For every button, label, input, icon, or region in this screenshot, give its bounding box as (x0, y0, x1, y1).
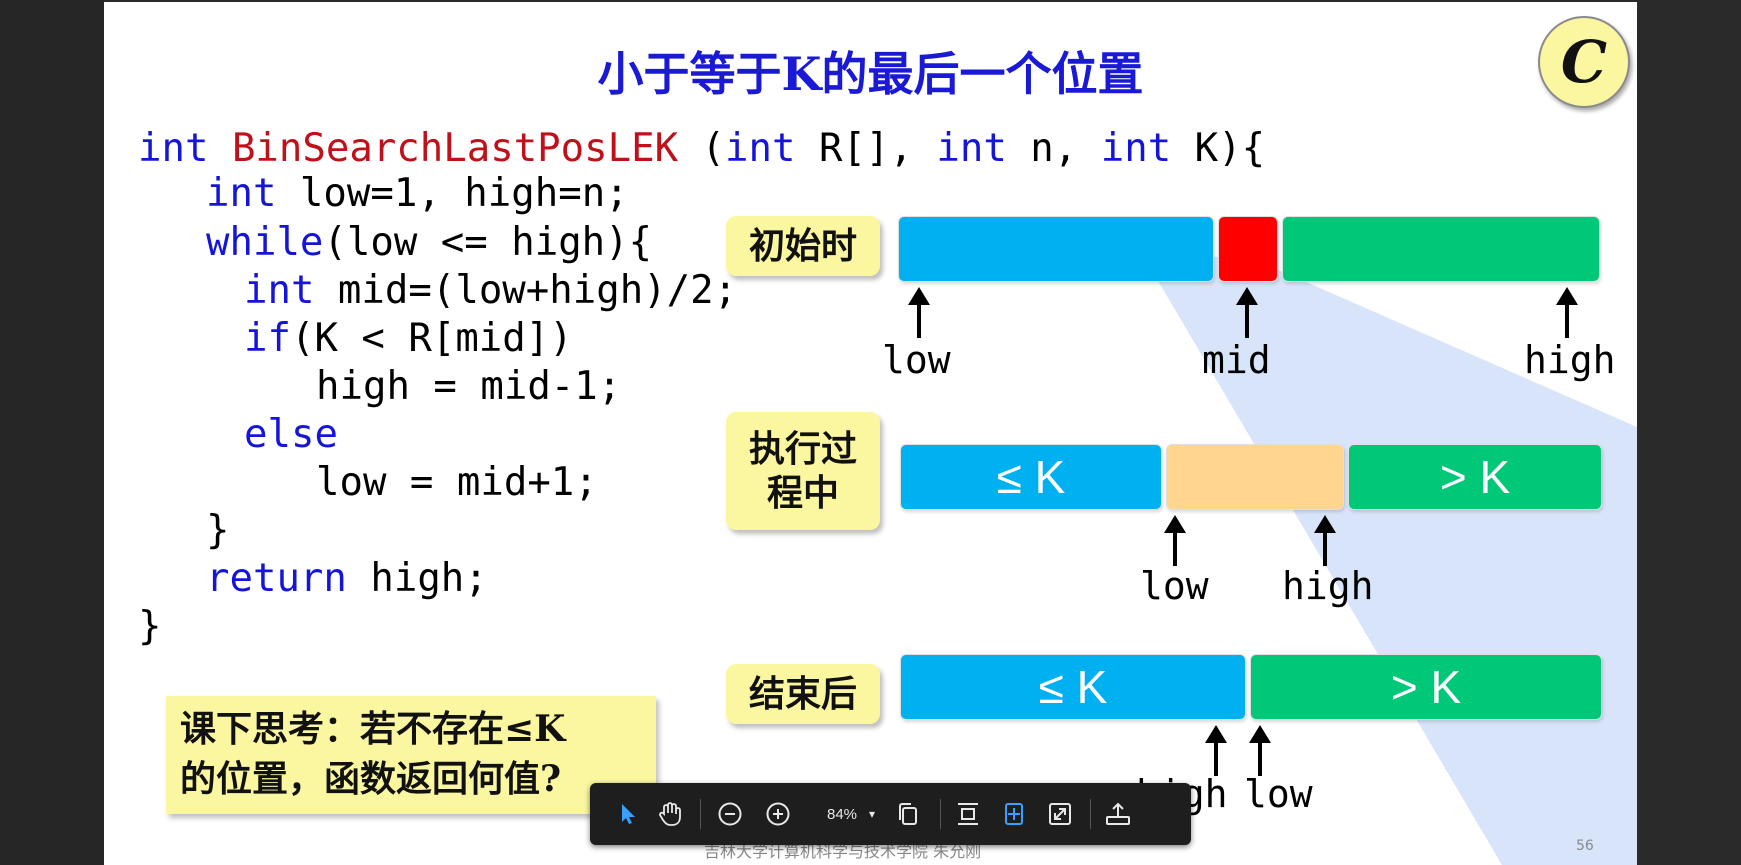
bar-segment-unknown (1166, 444, 1344, 510)
stage-end-tag: 结束后 (726, 664, 880, 724)
page-title: 小于等于K的最后一个位置 (597, 47, 1144, 101)
stage-initial-tag: 初始时 (726, 216, 880, 276)
label-low: low (1140, 564, 1209, 608)
bar-during: ≤ K > K (900, 444, 1602, 510)
label-mid: mid (1202, 338, 1271, 382)
copy-pages-icon[interactable] (890, 796, 926, 832)
hand-pan-icon[interactable] (652, 796, 688, 832)
arrow-up-icon (1236, 287, 1258, 338)
slide-page: 小于等于K的最后一个位置 C int BinSearchLastPosLEK (… (104, 2, 1637, 865)
code-function-name: BinSearchLastPosLEK (231, 126, 679, 171)
stage-during-line2: 程中 (766, 472, 839, 514)
select-pointer-icon[interactable] (610, 796, 646, 832)
homework-question-box: 课下思考：若不存在≤K 的位置，函数返回何值? (166, 696, 656, 814)
bar-initial (898, 216, 1600, 282)
arrow-up-icon (1314, 515, 1336, 566)
left-dark-margin (0, 0, 104, 865)
code-kw: return (206, 556, 347, 601)
label-high: high (1282, 564, 1374, 608)
toolbar-divider (940, 799, 941, 829)
code-line-if: if(K < R[mid]) (244, 312, 573, 366)
right-dark-margin (1637, 0, 1741, 865)
code-line-mid: int mid=(low+high)/2; (244, 264, 737, 318)
stage-during-line1: 执行过 (748, 428, 857, 470)
code-line-low-update: low = mid+1; (316, 460, 598, 505)
bar-segment-le-k: ≤ K (900, 654, 1246, 720)
fit-height-icon[interactable] (950, 796, 986, 832)
homework-line2: 的位置，函数返回何值? (180, 758, 562, 800)
code-kw: while (206, 220, 324, 265)
code-text: (low <= high){ (323, 220, 653, 265)
code-line-while: while(low <= high){ (206, 216, 652, 270)
zoom-dropdown-icon[interactable]: ▾ (862, 796, 882, 832)
bar-end: ≤ K > K (900, 654, 1602, 720)
code-kw: int (244, 268, 315, 313)
bar-segment-gt-k: > K (1348, 444, 1602, 510)
label-low: low (882, 338, 951, 382)
bar-segment-green (1282, 216, 1600, 282)
code-kw: int (138, 126, 209, 171)
arrow-up-icon (1556, 287, 1578, 338)
bar-segment-blue (898, 216, 1214, 282)
page-number: 56 (1576, 838, 1594, 854)
c-language-badge: C (1538, 16, 1630, 108)
code-text: low=1, high=n; (276, 171, 629, 216)
code-text: n, (1006, 126, 1101, 171)
code-text: ( (678, 126, 726, 171)
arrow-up-icon (908, 287, 930, 338)
viewer-toolbar: 84% ▾ (590, 783, 1191, 845)
code-line-close-while: } (206, 508, 230, 553)
code-line-close-fn: } (138, 604, 162, 649)
toolbar-divider (1090, 799, 1091, 829)
stage-during-tag: 执行过 程中 (726, 412, 880, 530)
code-kw: int (1100, 126, 1172, 171)
homework-line1: 课下思考：若不存在≤K (180, 708, 566, 750)
fit-page-icon[interactable] (996, 796, 1032, 832)
bar-segment-red (1218, 216, 1278, 282)
code-kw: int (206, 171, 277, 216)
arrow-up-icon (1205, 725, 1227, 776)
code-line-init: int low=1, high=n; (206, 167, 629, 221)
fullscreen-icon[interactable] (1042, 796, 1078, 832)
label-high: high (1524, 338, 1616, 382)
label-low: low (1244, 772, 1313, 816)
code-kw: else (244, 412, 338, 457)
code-kw: if (244, 316, 291, 361)
code-text: R[], (795, 126, 937, 171)
code-block: int BinSearchLastPosLEK (int R[], int n,… (138, 122, 1265, 707)
code-text: K){ (1171, 126, 1266, 171)
code-text: (K < R[mid]) (290, 316, 573, 361)
code-line-else: else (244, 408, 338, 462)
share-upload-icon[interactable] (1100, 796, 1136, 832)
zoom-out-icon[interactable] (712, 796, 748, 832)
code-kw: int (936, 126, 1007, 171)
zoom-in-icon[interactable] (760, 796, 796, 832)
arrow-up-icon (1164, 515, 1186, 566)
code-line-high-update: high = mid-1; (316, 364, 622, 409)
bar-segment-le-k: ≤ K (900, 444, 1162, 510)
bar-segment-gt-k: > K (1250, 654, 1602, 720)
code-text: mid=(low+high)/2; (314, 268, 738, 313)
code-text: high; (346, 556, 488, 601)
toolbar-divider (700, 799, 701, 829)
arrow-up-icon (1249, 725, 1271, 776)
code-line-return: return high; (206, 552, 488, 606)
code-kw: int (725, 126, 796, 171)
